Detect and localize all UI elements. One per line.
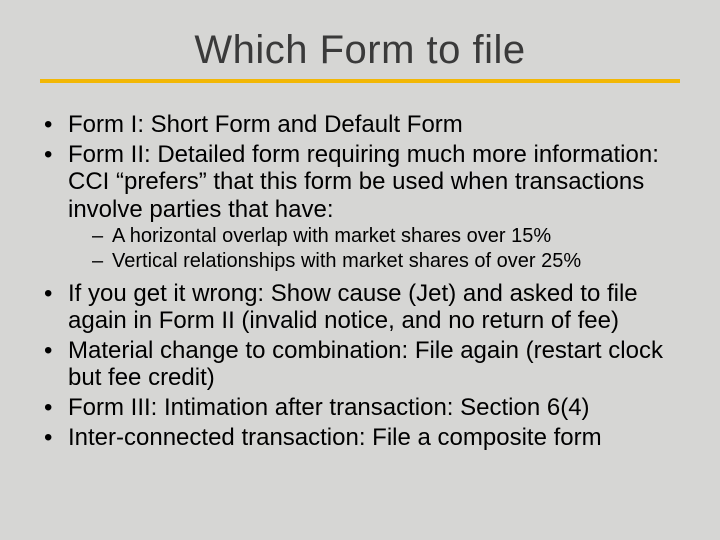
sub-bullet-item: A horizontal overlap with market shares …	[92, 225, 680, 249]
bullet-text: If you get it wrong: Show cause (Jet) an…	[68, 280, 638, 335]
bullet-item: Form II: Detailed form requiring much mo…	[40, 141, 680, 274]
slide-title: Which Form to file	[190, 28, 529, 75]
sub-bullet-list: A horizontal overlap with market shares …	[68, 225, 680, 273]
bullet-text: Inter-connected transaction: File a comp…	[68, 424, 602, 451]
bullet-item: Form I: Short Form and Default Form	[40, 111, 680, 139]
bullet-text: Form I: Short Form and Default Form	[68, 111, 463, 138]
bullet-text: Form II: Detailed form requiring much mo…	[68, 141, 659, 223]
sub-bullet-text: Vertical relationships with market share…	[112, 250, 581, 272]
sub-bullet-text: A horizontal overlap with market shares …	[112, 225, 551, 247]
bullet-item: Form III: Intimation after transaction: …	[40, 394, 680, 422]
bullet-item: If you get it wrong: Show cause (Jet) an…	[40, 280, 680, 335]
sub-bullet-item: Vertical relationships with market share…	[92, 250, 680, 274]
bullet-item: Material change to combination: File aga…	[40, 337, 680, 392]
title-wrap: Which Form to file	[34, 28, 686, 75]
slide: Which Form to file Form I: Short Form an…	[0, 0, 720, 540]
bullet-item: Inter-connected transaction: File a comp…	[40, 424, 680, 452]
bullet-text: Material change to combination: File aga…	[68, 337, 663, 392]
title-underline	[40, 79, 680, 83]
bullet-text: Form III: Intimation after transaction: …	[68, 394, 590, 421]
bullet-list: Form I: Short Form and Default Form Form…	[34, 111, 686, 451]
